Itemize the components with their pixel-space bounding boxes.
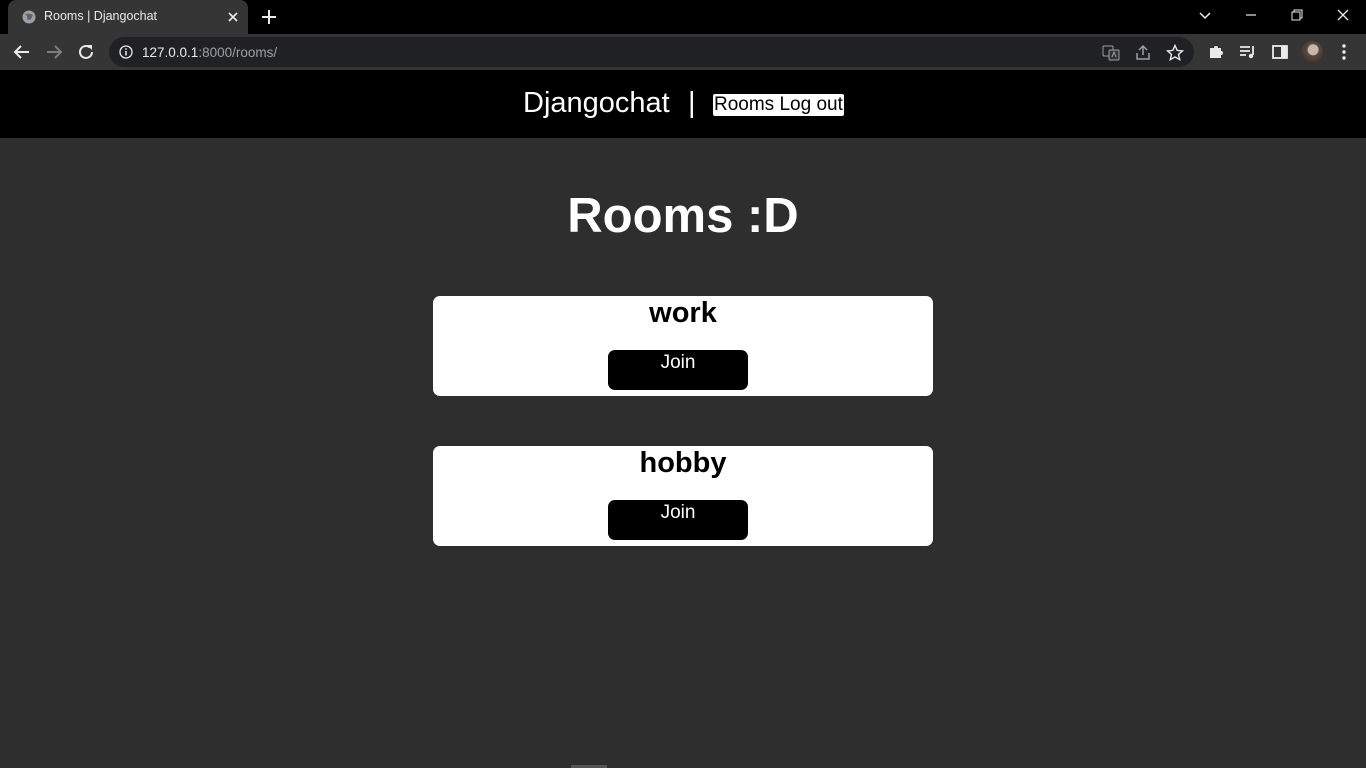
forward-arrow-icon[interactable] — [44, 42, 64, 62]
page-title: Rooms :D — [567, 189, 799, 243]
browser-tab[interactable]: Rooms | Djangochat — [8, 0, 248, 34]
info-icon[interactable] — [119, 45, 133, 59]
browser-toolbar: 127.0.0.1:8000/rooms/ — [0, 34, 1366, 70]
room-card-work: work Join — [433, 296, 933, 396]
reload-icon[interactable] — [76, 42, 96, 62]
extensions-puzzle-icon[interactable] — [1206, 42, 1226, 62]
share-icon[interactable] — [1134, 44, 1152, 62]
header-separator: | — [688, 87, 696, 119]
chevron-down-icon[interactable] — [1197, 8, 1213, 24]
more-menu-icon[interactable] — [1336, 42, 1352, 62]
site-header: Djangochat | Rooms Log out — [0, 70, 1366, 138]
join-button-work[interactable]: Join — [608, 350, 748, 390]
media-queue-icon[interactable] — [1238, 42, 1258, 62]
tab-title: Rooms | Djangochat — [44, 9, 158, 23]
close-tab-icon[interactable] — [226, 10, 240, 24]
join-button-hobby[interactable]: Join — [608, 500, 748, 540]
restore-button[interactable] — [1274, 0, 1320, 30]
profile-avatar[interactable] — [1301, 41, 1323, 63]
bookmark-star-icon[interactable] — [1165, 43, 1185, 62]
globe-icon — [22, 10, 36, 24]
restore-icon — [1291, 9, 1303, 21]
header-nav: Rooms Log out — [712, 93, 845, 117]
nav-link-logout[interactable]: Log out — [779, 94, 842, 115]
nav-link-rooms[interactable]: Rooms — [714, 94, 774, 115]
url-path: :8000/rooms/ — [198, 45, 278, 60]
url-host: 127.0.0.1 — [142, 45, 199, 60]
minimize-icon — [1246, 14, 1256, 16]
translate-icon[interactable] — [1102, 44, 1120, 62]
url-text: 127.0.0.1:8000/rooms/ — [142, 45, 277, 60]
new-tab-icon[interactable] — [260, 8, 278, 26]
side-panel-icon[interactable] — [1270, 42, 1290, 62]
close-icon — [1337, 9, 1349, 21]
browser-tab-strip: Rooms | Djangochat — [0, 0, 1366, 34]
room-card-hobby: hobby Join — [433, 446, 933, 546]
close-window-button[interactable] — [1320, 0, 1366, 30]
back-arrow-icon[interactable] — [12, 42, 32, 62]
room-name: work — [649, 297, 717, 329]
room-name: hobby — [639, 447, 727, 479]
site-brand[interactable]: Djangochat — [523, 87, 670, 120]
address-bar[interactable]: 127.0.0.1:8000/rooms/ — [109, 37, 1194, 67]
minimize-button[interactable] — [1228, 0, 1274, 30]
